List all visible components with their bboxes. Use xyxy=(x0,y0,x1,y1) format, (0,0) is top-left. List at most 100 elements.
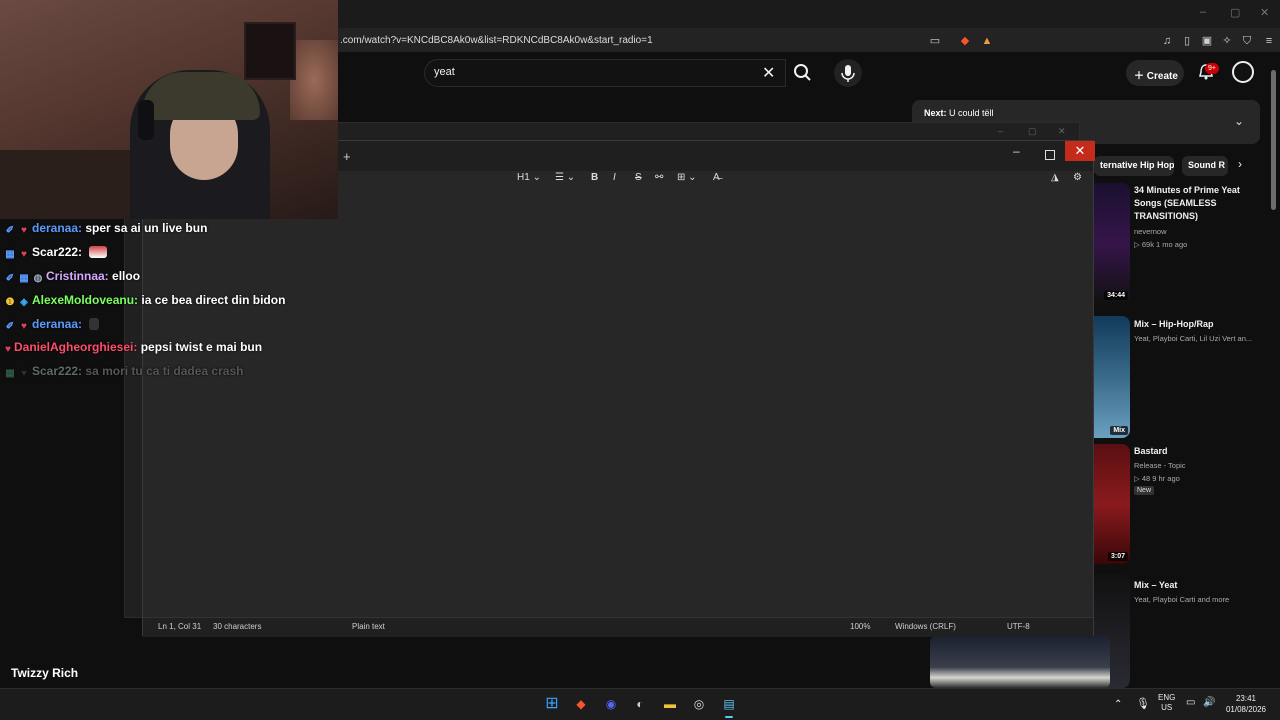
encoding[interactable]: UTF-8 xyxy=(1007,622,1030,631)
minimize-button[interactable]: – xyxy=(1013,144,1020,158)
chat-message: ✐ ♥ deranaa: xyxy=(4,317,100,333)
video-title[interactable]: Bastard xyxy=(1134,445,1254,458)
zoom-level[interactable]: 100% xyxy=(850,622,870,631)
youtube-search-value[interactable]: yeat xyxy=(434,66,455,78)
browser-maximize-button[interactable]: ▢ xyxy=(1230,6,1240,19)
copilot-icon[interactable]: ◮ xyxy=(1051,172,1059,183)
music-icon[interactable]: ♫ xyxy=(1160,34,1174,48)
chevron-up-icon[interactable]: ⌃ xyxy=(1114,699,1122,710)
wallet-icon[interactable]: ▣ xyxy=(1200,34,1214,48)
video-channel: Release - Topic xyxy=(1134,461,1186,470)
format-mode[interactable]: Plain text xyxy=(352,622,385,631)
subscriber-badge-icon: ▦ xyxy=(19,273,29,284)
video-title[interactable]: Mix – Yeat xyxy=(1134,579,1254,592)
gift-badge-icon: ❶ xyxy=(5,297,15,308)
discord-icon[interactable]: ◉ xyxy=(601,694,621,714)
windows-start-icon[interactable]: ⊞ xyxy=(542,694,562,714)
volume-icon[interactable]: 🔊 xyxy=(1203,697,1215,708)
brave-browser-icon[interactable]: ◆ xyxy=(571,694,591,714)
chat-username: Scar222: xyxy=(32,245,83,259)
chat-text: sper sa ai un live bun xyxy=(85,221,208,235)
close-button[interactable]: ✕ xyxy=(1065,141,1095,161)
avatar[interactable] xyxy=(1232,61,1254,83)
chat-message: ♥ DanielAgheorghiesei: pepsi twist e mai … xyxy=(4,340,262,356)
chip-sound[interactable]: Sound R xyxy=(1182,156,1228,176)
microphone-tray-icon[interactable]: 🎙 xyxy=(1136,697,1150,710)
streamer-name: Twizzy Rich xyxy=(11,666,79,680)
chat-username: deranaa: xyxy=(32,221,83,235)
language-indicator[interactable]: ENG US xyxy=(1158,693,1175,713)
microphone-icon xyxy=(841,65,855,82)
menu-icon[interactable]: ≡ xyxy=(1262,34,1276,48)
steam-icon[interactable]: ◐ xyxy=(630,694,650,714)
chevron-down-icon[interactable]: ⌄ xyxy=(1234,114,1244,128)
video-title[interactable]: 34 Minutes of Prime Yeat Songs (SEAMLESS… xyxy=(1134,184,1254,223)
video-meta: ▷ 48 9 hr ago xyxy=(1134,474,1180,483)
bg-minimize-icon: – xyxy=(998,126,1004,136)
browser-minimize-button[interactable]: – xyxy=(1200,6,1206,18)
duration-badge: 3:07 xyxy=(1107,552,1128,561)
maximize-button[interactable] xyxy=(1045,150,1055,160)
obs-icon[interactable]: ◎ xyxy=(689,694,709,714)
heart-badge-icon: ♥ xyxy=(5,344,11,355)
text-editor[interactable] xyxy=(143,189,1093,615)
brave-rewards-icon[interactable]: ▲ xyxy=(980,34,994,48)
miniplayer-thumbnail[interactable] xyxy=(930,636,1110,688)
cam-light xyxy=(290,40,338,120)
youtube-search-input[interactable] xyxy=(424,59,786,87)
link-icon[interactable]: ⚯ xyxy=(655,172,663,183)
search-icon xyxy=(794,64,811,81)
vpn-icon[interactable]: ⛉ xyxy=(1240,34,1254,48)
network-icon[interactable]: ▭ xyxy=(1186,697,1195,708)
leo-icon[interactable]: ✧ xyxy=(1220,34,1234,48)
video-thumbnail[interactable]: Mix xyxy=(1094,316,1130,438)
chip-alternative-hip-hop[interactable]: ternative Hip Hop xyxy=(1094,156,1174,176)
character-count: 30 characters xyxy=(213,622,262,631)
new-tab-button[interactable]: + xyxy=(343,149,351,164)
bold-button[interactable]: B xyxy=(591,172,598,183)
list-dropdown[interactable]: ☰ ⌄ xyxy=(555,172,575,183)
search-button[interactable] xyxy=(786,59,820,87)
video-thumbnail[interactable]: 3:07 xyxy=(1094,444,1130,564)
webcam-feed xyxy=(0,0,338,219)
strikethrough-button[interactable]: S xyxy=(635,172,642,183)
line-ending[interactable]: Windows (CRLF) xyxy=(895,622,956,631)
browser-close-button[interactable]: ✕ xyxy=(1260,6,1269,19)
heart-badge-icon: ♥ xyxy=(21,225,27,236)
heart-badge-icon: ♥ xyxy=(21,249,27,260)
up-next-text: Next: U could tëll xyxy=(924,108,994,118)
chat-username: Scar222: xyxy=(32,364,83,378)
video-title[interactable]: Mix – Hip-Hop/Rap xyxy=(1134,318,1254,331)
sword-badge-icon: ✐ xyxy=(5,321,15,332)
chat-message: ❶ ◈ AlexeMoldoveanu: ia ce bea direct din … xyxy=(4,293,286,309)
create-button[interactable]: ＋ Create xyxy=(1126,60,1184,86)
file-explorer-icon[interactable]: ▬ xyxy=(660,694,680,714)
chat-username: deranaa: xyxy=(32,317,83,331)
emote-icon xyxy=(89,318,100,330)
bg-maximize-icon: ▢ xyxy=(1028,126,1037,136)
notepad-icon[interactable]: ▤ xyxy=(719,694,739,714)
create-label: Create xyxy=(1146,71,1178,82)
brave-shield-icon[interactable]: ◆ xyxy=(958,34,972,48)
chat-message: ✐ ♥ deranaa: sper sa ai un live bun xyxy=(4,221,208,237)
cam-headset xyxy=(138,100,154,140)
chat-text: sa mori tu ca ti dadea crash xyxy=(85,364,244,378)
chevron-right-icon[interactable]: › xyxy=(1238,157,1242,171)
page-scrollbar-thumb[interactable] xyxy=(1271,70,1276,210)
clock[interactable]: 23:41 01/08/2026 xyxy=(1224,693,1268,715)
voice-search-button[interactable] xyxy=(834,59,862,87)
sword-badge-icon: ✐ xyxy=(5,225,15,236)
gear-icon[interactable]: ⚙ xyxy=(1073,172,1082,183)
clear-formatting-button[interactable]: A̶ xyxy=(713,172,720,183)
chat-username: AlexeMoldoveanu: xyxy=(32,293,139,307)
video-thumbnail[interactable]: 34:44 xyxy=(1094,183,1130,303)
url-text[interactable]: .com/watch?v=KNCdBC8Ak0w&list=RDKNCdBC8A… xyxy=(340,35,653,46)
subscriber-badge-icon: ▦ xyxy=(5,368,15,379)
italic-button[interactable]: I xyxy=(613,172,616,183)
clear-search-icon[interactable]: ✕ xyxy=(762,63,775,83)
cam-picture-frame xyxy=(244,22,296,80)
table-dropdown[interactable]: ⊞ ⌄ xyxy=(677,172,697,183)
cast-icon[interactable]: ▭ xyxy=(928,34,942,48)
sidebar-icon[interactable]: ▯ xyxy=(1180,34,1194,48)
heading-dropdown[interactable]: H1 ⌄ xyxy=(517,172,541,183)
